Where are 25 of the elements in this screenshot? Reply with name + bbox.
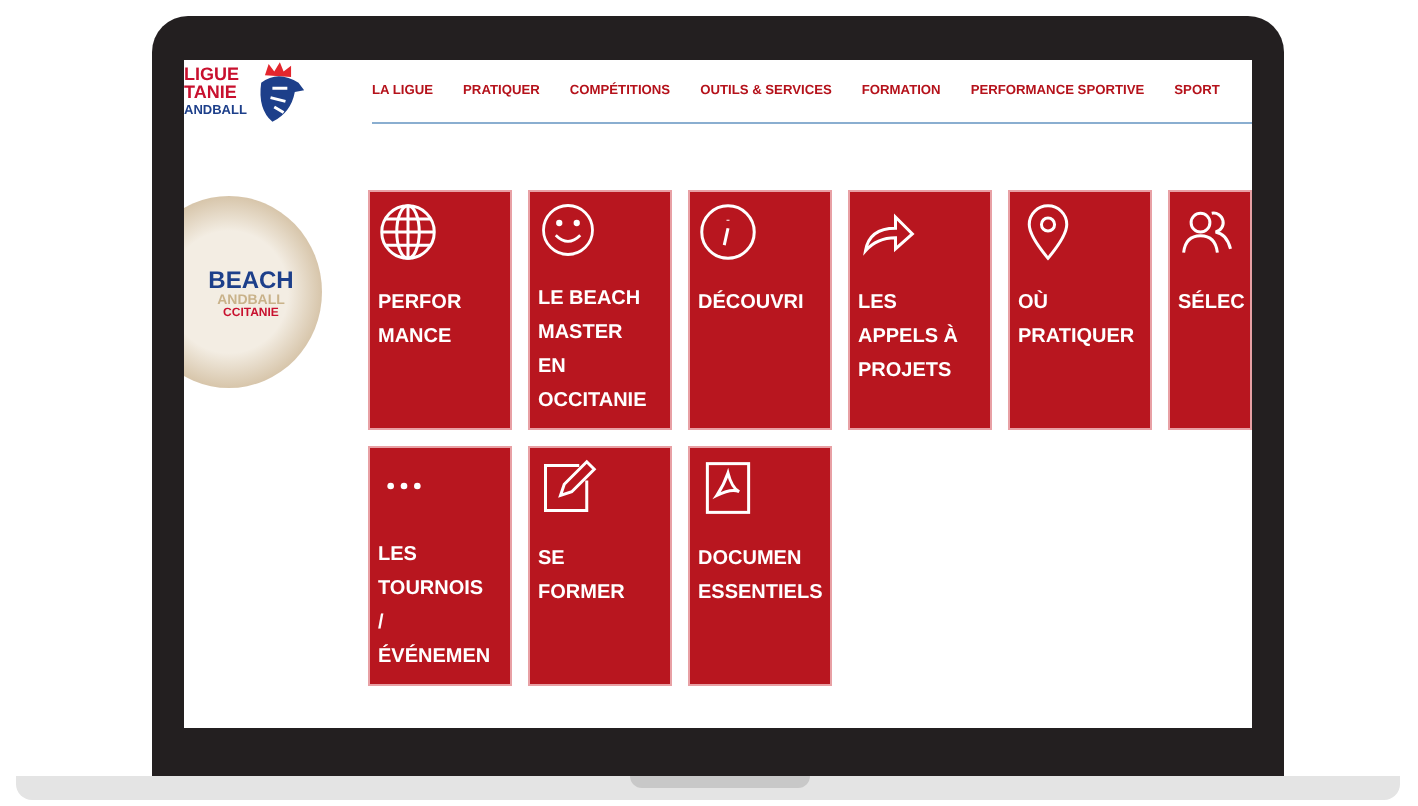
menu-tile[interactable]: DOCUMEN ESSENTIELS bbox=[688, 446, 832, 686]
logo-text: LIGUE bbox=[184, 65, 242, 83]
menu-tile[interactable]: SE FORMER bbox=[528, 446, 672, 686]
globe-icon bbox=[378, 202, 438, 262]
tile-label: DOCUMEN ESSENTIELS bbox=[698, 546, 822, 608]
tile-label: LES TOURNOIS / ÉVÉNEMEN bbox=[378, 542, 493, 672]
tile-label: LE BEACH MASTER EN OCCITANIE bbox=[538, 286, 649, 416]
menu-tile[interactable]: OÙ PRATIQUER bbox=[1008, 190, 1152, 430]
tile-label: SÉLEC bbox=[1178, 288, 1242, 318]
tile-label: PERFOR MANCE bbox=[378, 290, 464, 352]
menu-tile[interactable]: PERFOR MANCE bbox=[368, 190, 512, 430]
menu-tile[interactable]: LES TOURNOIS / ÉVÉNEMEN bbox=[368, 446, 512, 686]
logo-text: TANIE bbox=[184, 83, 239, 101]
tile-label: OÙ PRATIQUER bbox=[1018, 288, 1137, 352]
tile-label: DÉCOUVRI bbox=[698, 288, 806, 318]
tile-label: SE FORMER bbox=[538, 546, 627, 608]
menu-tile[interactable]: SÉLEC bbox=[1168, 190, 1252, 430]
badge-title: BEACH bbox=[208, 265, 294, 293]
edit-icon bbox=[538, 458, 598, 518]
info-icon bbox=[698, 202, 758, 262]
menu-tile[interactable]: LES APPELS À PROJETS bbox=[848, 190, 992, 430]
tile-label: LES APPELS À PROJETS bbox=[858, 290, 961, 386]
menu-tile[interactable]: DÉCOUVRI bbox=[688, 190, 832, 430]
smiley-icon bbox=[538, 202, 598, 258]
menu-tile[interactable]: LE BEACH MASTER EN OCCITANIE bbox=[528, 190, 672, 430]
